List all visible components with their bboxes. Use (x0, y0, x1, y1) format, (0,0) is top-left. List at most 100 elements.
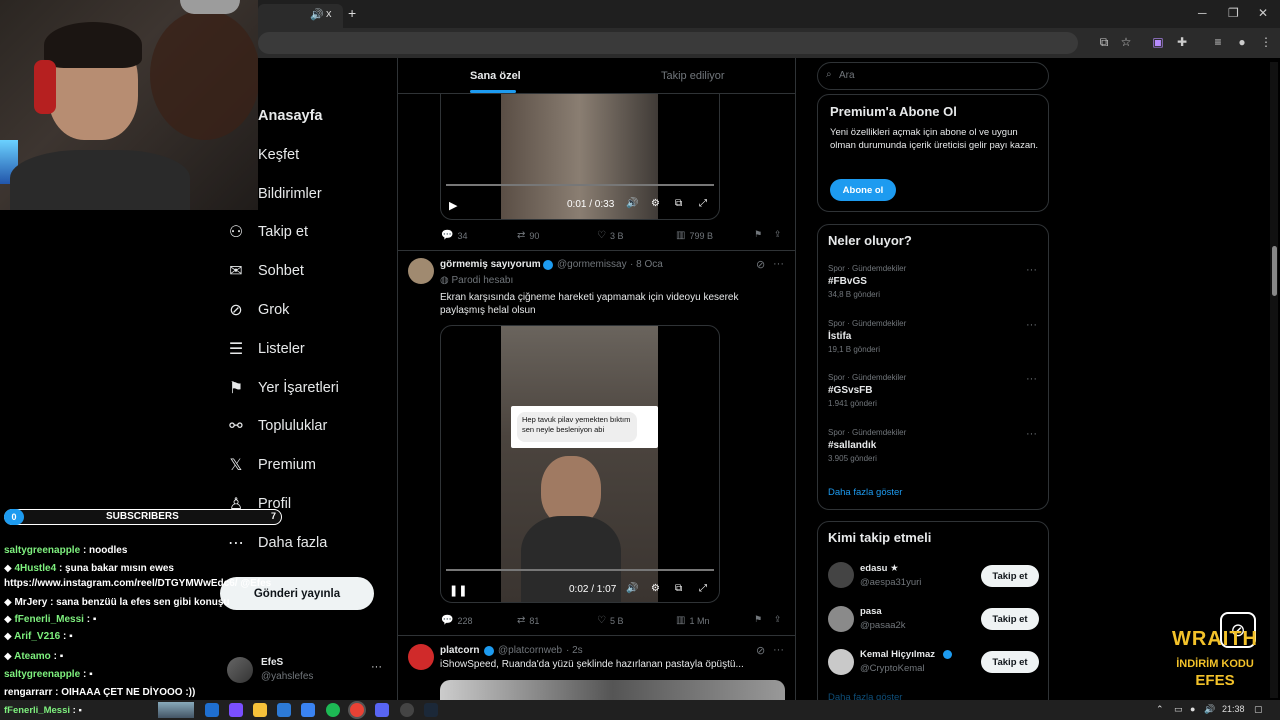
speaker-icon[interactable]: 🔊 (310, 8, 324, 21)
suggested-name[interactable]: Kemal Hiçyılmaz (860, 649, 935, 660)
account-avatar[interactable] (227, 657, 253, 683)
tray-volume-icon[interactable]: 🔊 (1204, 704, 1215, 715)
tray-mic-icon[interactable]: ● (1190, 704, 1195, 714)
settings-icon[interactable]: ⚙ (651, 198, 660, 209)
trend-item[interactable]: Spor · Gündemdekiler #GSvsFB 1.941 gönde… (828, 373, 906, 408)
post-author-name[interactable]: görmemiş sayıyorum (440, 259, 541, 270)
play-icon[interactable]: ▶ (449, 199, 457, 212)
trend-more-icon[interactable]: ··· (1026, 373, 1037, 385)
reply-action[interactable]: 💬 34 (441, 230, 467, 241)
pause-icon[interactable]: ❚❚ (449, 584, 467, 597)
volume-icon[interactable]: 🔊 (626, 583, 638, 594)
pip-icon[interactable]: ⧉ (675, 198, 682, 209)
share-action-icon[interactable]: ⇪ (774, 614, 782, 625)
profile-icon[interactable]: ● (1234, 34, 1250, 50)
views-action[interactable]: ▥ 1 Mn (676, 615, 709, 626)
post-avatar[interactable] (408, 258, 434, 284)
nav-item-grok[interactable]: ⊘ Grok (226, 295, 289, 325)
install-icon[interactable]: ⧉ (1096, 34, 1112, 50)
follow-button[interactable]: Takip et (981, 651, 1039, 673)
suggested-name[interactable]: edasu ★ (860, 563, 899, 574)
trend-item[interactable]: Spor · Gündemdekiler #FBvGS 34,8 B gönde… (828, 264, 906, 299)
subscribe-button[interactable]: Abone ol (830, 179, 896, 201)
trend-more-icon[interactable]: ··· (1026, 264, 1037, 276)
tray-network-icon[interactable]: ▭ (1174, 704, 1183, 715)
nav-item-bookmarks[interactable]: ⚑ Yer İşaretleri (226, 373, 339, 403)
post-date[interactable]: · 8 Oca (630, 259, 663, 270)
repost-action[interactable]: ⇄ 81 (517, 615, 539, 626)
taskbar-clock[interactable]: 21:38 (1222, 704, 1245, 714)
taskbar-spotify-icon[interactable] (326, 703, 340, 717)
post-author-handle[interactable]: @platcornweb (498, 645, 562, 656)
account-more-icon[interactable]: ··· (371, 661, 382, 673)
trend-item[interactable]: Spor · Gündemdekiler #sallandık 3.905 gö… (828, 428, 906, 463)
extension-icon[interactable]: ▣ (1150, 34, 1166, 50)
star-icon[interactable]: ☆ (1118, 34, 1134, 50)
pip-icon[interactable]: ⧉ (675, 583, 682, 594)
tab-for-you[interactable]: Sana özel (470, 70, 521, 82)
taskbar-store-icon[interactable] (301, 703, 315, 717)
nav-item-more[interactable]: ⋯ Daha fazla (226, 528, 327, 558)
restore-button[interactable]: ❐ (1228, 6, 1239, 20)
follow-button[interactable]: Takip et (981, 565, 1039, 587)
video-progress-bar[interactable] (446, 569, 714, 571)
minimize-button[interactable]: ─ (1198, 6, 1207, 20)
like-action[interactable]: ♡ 3 B (597, 230, 623, 241)
trend-item[interactable]: Spor · Gündemdekiler İstifa 19,1 B gönde… (828, 319, 906, 354)
suggested-avatar[interactable] (828, 562, 854, 588)
scrollbar-thumb[interactable] (1272, 246, 1277, 296)
search-input[interactable]: Ara (839, 70, 855, 81)
bookmark-action-icon[interactable]: ⚑ (754, 614, 762, 625)
taskbar-mail-icon[interactable] (277, 703, 291, 717)
reply-action[interactable]: 💬 228 (441, 615, 472, 626)
menu-icon[interactable]: ⋮ (1258, 34, 1274, 50)
nav-item-follow[interactable]: ⚇ Takip et (226, 217, 308, 247)
grok-icon[interactable]: ⊘ (756, 644, 765, 657)
repost-action[interactable]: ⇄ 90 (517, 230, 539, 241)
fullscreen-icon[interactable]: ⤢ (699, 198, 707, 209)
taskbar-folder-icon[interactable] (253, 703, 267, 717)
nav-item-lists[interactable]: ☰ Listeler (226, 334, 305, 364)
post-more-icon[interactable]: ··· (773, 258, 784, 270)
scrollbar-track[interactable] (1270, 62, 1278, 698)
taskbar-discord-icon[interactable] (375, 703, 389, 717)
post-avatar[interactable] (408, 644, 434, 670)
new-tab-button[interactable]: + (348, 5, 356, 21)
account-name[interactable]: EfeS (261, 657, 283, 668)
nav-item-premium[interactable]: 𝕏 Premium (226, 450, 316, 480)
tab-following[interactable]: Takip ediliyor (661, 70, 725, 82)
video-progress-bar[interactable] (446, 184, 714, 186)
bookmark-action-icon[interactable]: ⚑ (754, 229, 762, 240)
suggested-avatar[interactable] (828, 649, 854, 675)
post-author-name[interactable]: platcorn (440, 645, 479, 656)
show-more-trends[interactable]: Daha fazla göster (828, 487, 902, 498)
post-date[interactable]: · 2s (566, 645, 583, 656)
video-player[interactable]: Hep tavuk pilav yemekten bıktım sen neyl… (440, 325, 720, 603)
grok-icon[interactable]: ⊘ (756, 258, 765, 271)
tray-chevron-icon[interactable]: ⌃ (1156, 704, 1164, 715)
taskbar-obs-icon[interactable] (400, 703, 414, 717)
taskbar-search-thumbnail[interactable] (158, 702, 194, 718)
taskbar-edge-icon[interactable] (205, 703, 219, 717)
suggested-avatar[interactable] (828, 606, 854, 632)
trend-more-icon[interactable]: ··· (1026, 319, 1037, 331)
taskbar-app-icon[interactable] (229, 703, 243, 717)
nav-item-communities[interactable]: ⚯ Topluluklar (226, 411, 327, 441)
like-action[interactable]: ♡ 5 B (597, 615, 623, 626)
trend-more-icon[interactable]: ··· (1026, 428, 1037, 440)
taskbar-steam-icon[interactable] (424, 703, 438, 717)
views-action[interactable]: ▥ 799 B (676, 230, 713, 241)
fullscreen-icon[interactable]: ⤢ (699, 583, 707, 594)
post-author-handle[interactable]: @gormemissay (557, 259, 627, 270)
volume-icon[interactable]: 🔊 (626, 198, 638, 209)
share-action-icon[interactable]: ⇪ (774, 229, 782, 240)
suggested-name[interactable]: pasa (860, 606, 882, 617)
nav-item-messages[interactable]: ✉ Sohbet (226, 256, 304, 286)
settings-icon[interactable]: ⚙ (651, 583, 660, 594)
browser-tab[interactable]: 🔊 x (258, 4, 343, 28)
close-window-button[interactable]: ✕ (1258, 6, 1268, 20)
tab-close-icon[interactable]: x (326, 8, 332, 20)
media-icon[interactable]: ≡ (1210, 34, 1226, 50)
post-media[interactable] (440, 680, 785, 700)
address-bar[interactable] (258, 32, 1078, 54)
